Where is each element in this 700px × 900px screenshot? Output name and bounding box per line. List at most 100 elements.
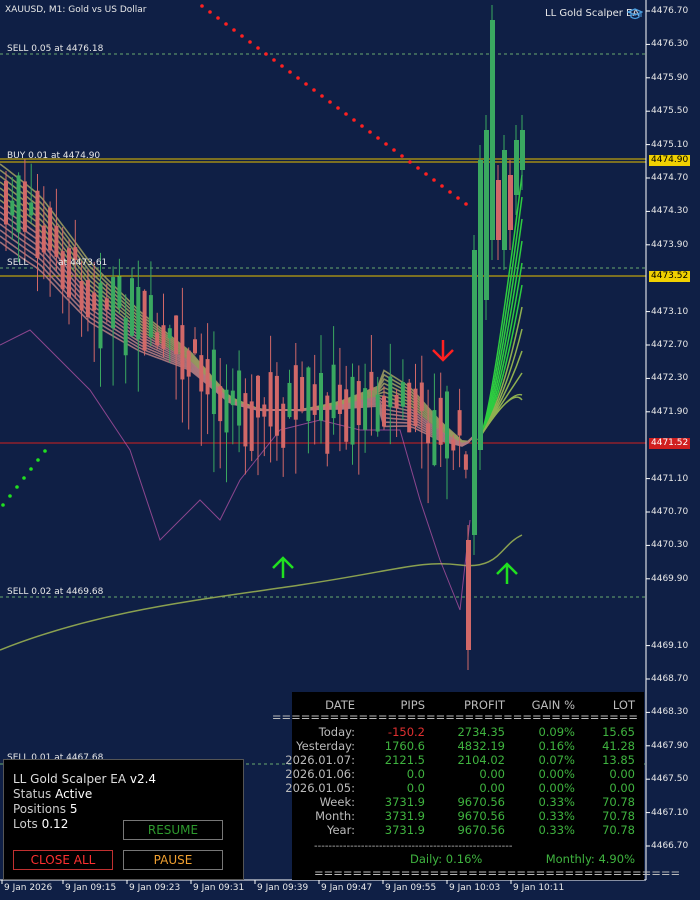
stats-row-label: Month: xyxy=(315,809,355,823)
candle-body xyxy=(400,382,405,407)
sar-dot xyxy=(440,184,444,188)
ea-status: Status Active xyxy=(13,787,93,801)
candle-body xyxy=(306,367,311,422)
candle-body xyxy=(281,403,286,448)
stats-cell: 3731.9 xyxy=(384,809,425,823)
sar-dot xyxy=(8,494,12,498)
candle-body xyxy=(432,410,437,466)
sar-dot xyxy=(240,34,244,38)
sar-dot xyxy=(368,130,372,134)
candle-body xyxy=(472,250,477,535)
candle-body xyxy=(10,200,15,216)
stats-separator: ====================================== xyxy=(271,710,638,724)
stats-row-label: 2026.01.06: xyxy=(285,767,355,781)
sar-dot xyxy=(352,118,356,122)
sar-dot xyxy=(264,52,268,56)
ea-positions: Positions 5 xyxy=(13,802,78,816)
stats-cell: 70.78 xyxy=(602,795,635,809)
sar-dot xyxy=(456,196,460,200)
sar-dot xyxy=(432,178,436,182)
price-tick-label: 4475.90 xyxy=(651,72,689,83)
sar-dot xyxy=(384,142,388,146)
ea-title: LL Gold Scalper EA v2.4 xyxy=(13,772,157,786)
price-tick-label: 4470.70 xyxy=(651,507,689,517)
candle-body xyxy=(193,339,197,354)
stats-table: DATE PIPS PROFIT GAIN % LOT =================… xyxy=(272,692,680,880)
candle-body xyxy=(79,280,84,311)
stats-cell: 3731.9 xyxy=(384,823,425,837)
sar-dot xyxy=(328,100,332,104)
time-tick-label: 9 Jan 09:55 xyxy=(385,883,437,893)
candle-body xyxy=(478,160,483,450)
candle-body xyxy=(262,404,267,417)
stats-row-label: 2026.01.07: xyxy=(285,753,355,767)
candle-body xyxy=(388,376,393,408)
price-tick-label: 4472.30 xyxy=(651,373,689,384)
stats-cell: 70.78 xyxy=(602,823,635,837)
candle-body xyxy=(466,540,471,650)
candle-body xyxy=(426,423,431,444)
stats-cell: 15.65 xyxy=(602,725,635,739)
candle-body xyxy=(48,207,53,251)
candle-body xyxy=(155,332,160,346)
sar-dot xyxy=(464,202,468,206)
sar-dot xyxy=(43,449,47,453)
candle-body xyxy=(98,282,103,349)
price-tick-label: 4466.70 xyxy=(651,841,689,851)
candle-body xyxy=(167,328,172,339)
ea-lots: Lots 0.12 xyxy=(13,817,69,831)
candle-body xyxy=(22,181,27,232)
candle-body xyxy=(186,350,191,377)
symbol-title: XAUUSD, M1: Gold vs US Dollar xyxy=(5,5,147,15)
candle-body xyxy=(457,410,462,436)
ea-name-label: LL Gold Scalper EA xyxy=(545,8,640,19)
stats-cell: 4832.19 xyxy=(457,739,505,753)
candle-body xyxy=(180,325,185,380)
price-tick-label: 4467.50 xyxy=(651,774,689,785)
candle-body xyxy=(256,375,260,418)
sar-dot xyxy=(256,46,260,50)
price-tick-label: 4468.70 xyxy=(651,674,689,684)
candle-body xyxy=(29,202,34,216)
sar-dot xyxy=(416,166,420,170)
price-tick-label: 4476.30 xyxy=(651,39,689,50)
candle-body xyxy=(60,251,65,290)
stats-cell: 2734.35 xyxy=(457,725,505,739)
ea-control-panel: LL Gold Scalper EA v2.4 Status Active Po… xyxy=(3,759,244,880)
price-tick-label: 4471.10 xyxy=(651,473,689,484)
candle-body xyxy=(41,225,46,253)
candle-body xyxy=(130,278,134,336)
price-tick-label: 4472.70 xyxy=(651,340,689,350)
price-tick-label: 4471.90 xyxy=(651,406,689,417)
time-tick-label: 9 Jan 09:15 xyxy=(65,883,117,893)
ask-price-tag: 4474.90 xyxy=(649,155,690,166)
candle-body xyxy=(4,180,8,225)
stats-cell: 0.00% xyxy=(538,767,575,781)
candle-body xyxy=(319,372,323,421)
pause-button[interactable]: PAUSE xyxy=(123,850,223,870)
resume-button[interactable]: RESUME xyxy=(123,820,223,840)
stats-cell: 0.33% xyxy=(538,795,575,809)
candle-body xyxy=(419,382,424,411)
candle-body xyxy=(325,395,330,454)
candle-body xyxy=(136,287,141,340)
price-tick-label: 4467.10 xyxy=(651,807,689,818)
stats-row-label: Today: xyxy=(318,725,355,739)
candle-body xyxy=(85,280,90,318)
time-tick-label: 9 Jan 09:31 xyxy=(193,883,245,893)
sar-dot xyxy=(22,476,26,480)
candle-body xyxy=(508,175,513,230)
stats-cell: 0.16% xyxy=(538,739,575,753)
chart-window: { "header": { "symbol_title": "XAUUSD, M… xyxy=(0,0,700,900)
sar-dot xyxy=(312,88,316,92)
sell-level-label-low: SELL 0.02 at 4469.68 xyxy=(7,587,104,597)
candle-body xyxy=(312,384,317,415)
stats-cell: 0.09% xyxy=(538,725,575,739)
candle-body xyxy=(54,225,59,257)
price-tick-label: 4470.30 xyxy=(651,540,689,551)
stats-row-label: Yesterday: xyxy=(296,739,355,753)
close-all-button[interactable]: CLOSE ALL xyxy=(13,850,113,870)
sar-dot xyxy=(208,10,212,14)
sar-dot xyxy=(408,160,412,164)
sar-dot xyxy=(15,485,19,489)
